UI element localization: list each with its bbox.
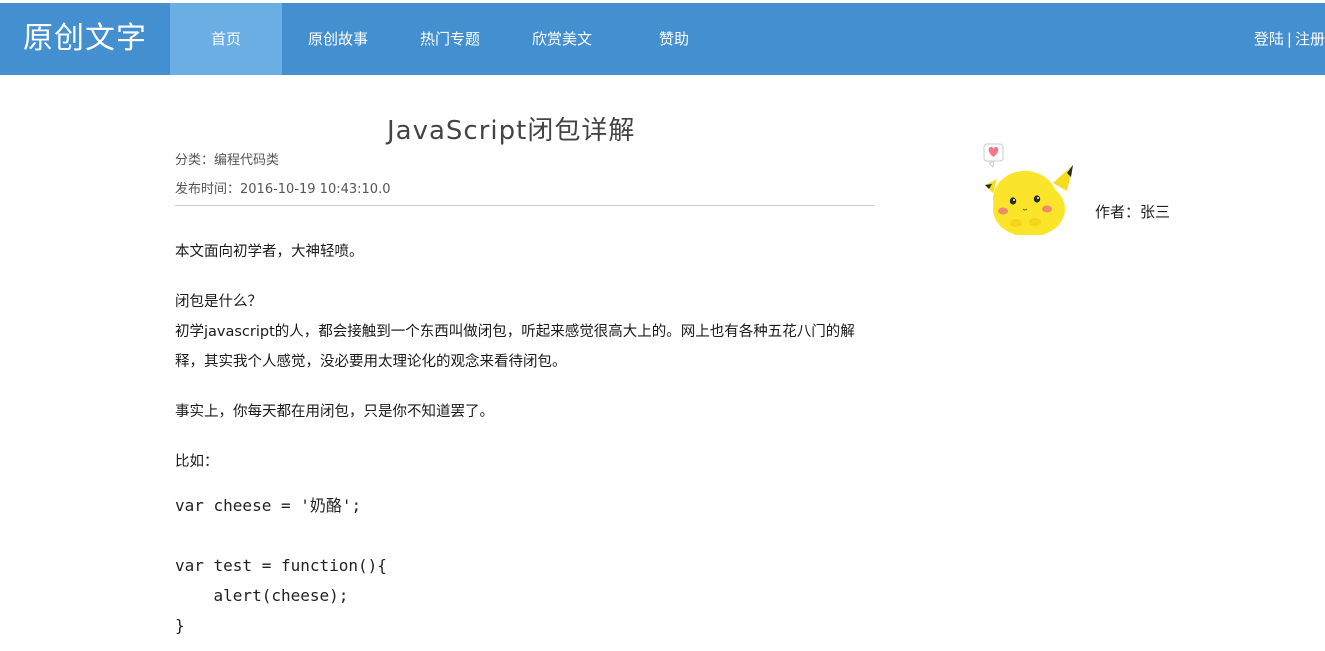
nav-sponsor[interactable]: 赞助 bbox=[618, 3, 730, 75]
article-paragraph: 本文面向初学者，大神轻喷。 bbox=[175, 244, 364, 260]
register-link[interactable]: 注册 bbox=[1295, 30, 1325, 48]
nav-appreciate-essays[interactable]: 欣赏美文 bbox=[506, 3, 618, 75]
author-card: 作者：张三 bbox=[983, 143, 1243, 243]
auth-separator: | bbox=[1286, 30, 1292, 48]
nav-original-stories[interactable]: 原创故事 bbox=[282, 3, 394, 75]
article-paragraph: 比如： bbox=[175, 454, 219, 470]
auth-links: 登陆 | 注册 bbox=[1254, 3, 1325, 75]
article-category: 分类：编程代码类 bbox=[175, 153, 280, 168]
article-paragraph: 闭包是什么？ 初学javascript的人，都会接触到一个东西叫做闭包，听起来感… bbox=[175, 294, 855, 370]
title-divider bbox=[175, 205, 875, 206]
nav-hot-topics[interactable]: 热门专题 bbox=[394, 3, 506, 75]
site-logo[interactable]: 原创文字 bbox=[0, 3, 170, 75]
top-navbar: 原创文字 首页 原创故事 热门专题 欣赏美文 赞助 登陆 | 注册 bbox=[0, 3, 1325, 75]
article-body: 本文面向初学者，大神轻喷。 闭包是什么？ 初学javascript的人，都会接触… bbox=[175, 237, 875, 641]
pikachu-avatar-icon bbox=[983, 143, 1073, 235]
article-title: JavaScript闭包详解 bbox=[387, 116, 636, 146]
login-link[interactable]: 登陆 bbox=[1254, 30, 1284, 48]
author-name: 作者：张三 bbox=[1095, 203, 1171, 221]
nav-home[interactable]: 首页 bbox=[170, 3, 282, 75]
article-publish-time: 发布时间：2016-10-19 10:43:10.0 bbox=[175, 182, 391, 197]
code-block: var cheese = '奶酪'; var test = function()… bbox=[175, 496, 387, 635]
article-paragraph: 事实上，你每天都在用闭包，只是你不知道罢了。 bbox=[175, 404, 494, 420]
article: JavaScript闭包详解 分类：编程代码类 发布时间：2016-10-19 … bbox=[175, 113, 875, 641]
